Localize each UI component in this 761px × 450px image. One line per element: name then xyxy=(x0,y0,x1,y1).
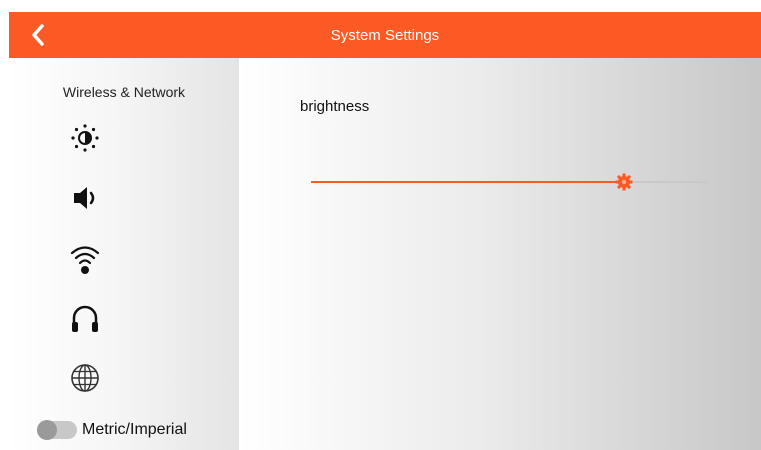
units-toggle[interactable]: Metric/Imperial xyxy=(37,419,187,441)
app-frame: System Settings Wireless & Network Metri… xyxy=(9,12,761,450)
page-title: System Settings xyxy=(330,26,440,44)
volume-icon xyxy=(74,187,95,209)
toggle-switch[interactable] xyxy=(37,420,77,440)
sidebar-item-language[interactable] xyxy=(65,358,105,398)
setting-label: brightness xyxy=(300,98,370,115)
sidebar-item-wifi[interactable] xyxy=(65,238,105,278)
sidebar: Wireless & Network Metric/Imperial xyxy=(9,58,239,450)
slider-thumb[interactable] xyxy=(614,172,634,192)
globe-icon xyxy=(71,364,99,392)
wifi-icon xyxy=(70,246,100,274)
toggle-label: Metric/Imperial xyxy=(82,421,187,438)
settings-panel: brightness xyxy=(239,58,761,450)
headphones-icon xyxy=(72,305,98,332)
title-bar: System Settings xyxy=(9,12,761,58)
sidebar-item-wireless-network[interactable]: Wireless & Network xyxy=(9,84,239,100)
brightness-icon xyxy=(71,124,99,152)
sidebar-item-volume[interactable] xyxy=(65,178,105,218)
toggle-knob xyxy=(37,420,57,440)
brightness-slider[interactable] xyxy=(311,170,707,194)
slider-fill xyxy=(311,181,624,183)
sidebar-item-headphones[interactable] xyxy=(65,298,105,338)
sidebar-item-brightness[interactable] xyxy=(65,118,105,158)
